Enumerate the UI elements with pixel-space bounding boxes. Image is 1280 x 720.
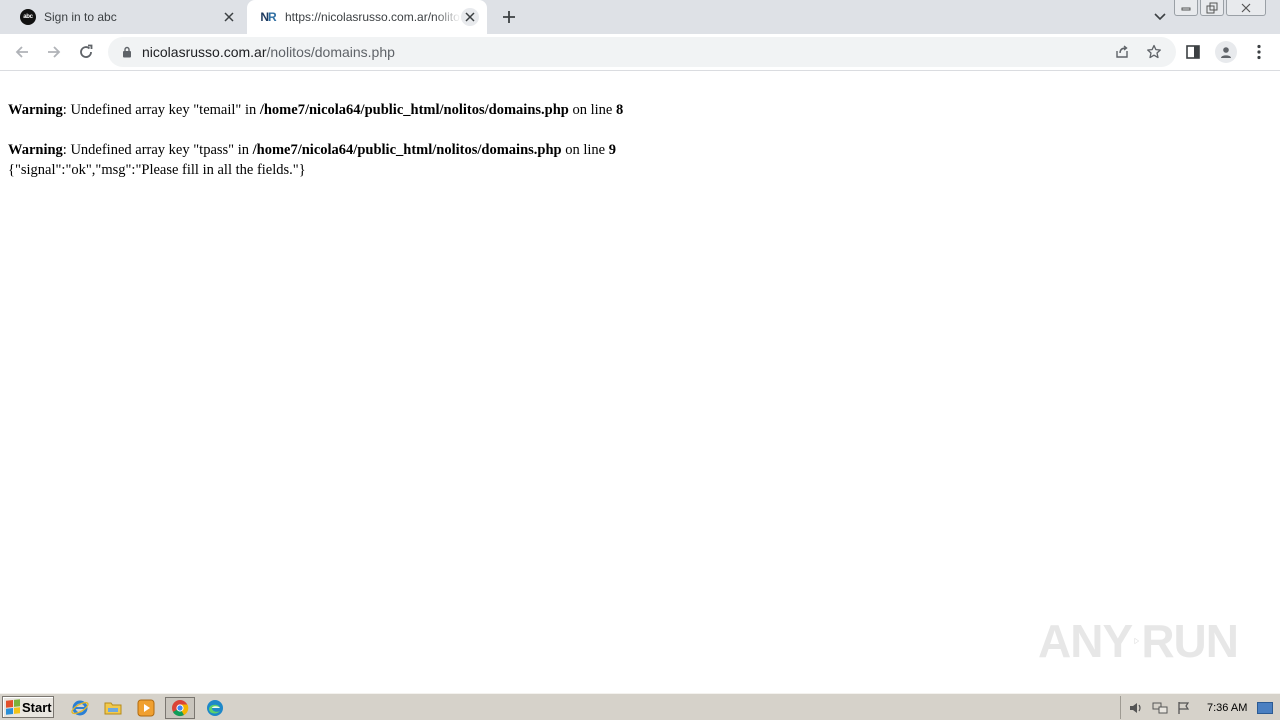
- profile-button[interactable]: [1214, 40, 1238, 64]
- volume-icon[interactable]: [1127, 700, 1145, 716]
- warning-label: Warning: [8, 102, 63, 118]
- lock-icon[interactable]: [120, 45, 134, 59]
- nr-favicon-icon: NR: [260, 10, 276, 24]
- watermark-right-text: RUN: [1141, 615, 1239, 667]
- tab-strip: abc Sign in to abc NR https://nicolasrus…: [0, 0, 1280, 34]
- arrow-right-icon: [48, 46, 61, 58]
- minimize-icon: [1181, 7, 1191, 10]
- clock[interactable]: 7:36 AM: [1207, 702, 1247, 714]
- profile-icon: [1215, 41, 1237, 63]
- warning-file-path: /home7/nicola64/public_html/nolitos/doma…: [252, 142, 562, 158]
- media-player-icon[interactable]: [135, 697, 157, 719]
- warning-message: : Undefined array key "tpass" in: [62, 142, 253, 158]
- show-desktop-icon[interactable]: [1257, 701, 1274, 714]
- file-explorer-icon[interactable]: [102, 697, 124, 719]
- php-warning-1: Warning: Undefined array key "temail" in…: [8, 100, 1272, 120]
- restore-button[interactable]: [1200, 0, 1224, 16]
- arrow-left-icon: [15, 46, 28, 58]
- warning-on-line: on line: [561, 142, 609, 158]
- forward-button[interactable]: [40, 38, 68, 66]
- tab-sign-in-abc[interactable]: abc Sign in to abc: [8, 0, 246, 34]
- tab-title: https://nicolasrusso.com.ar/nolitos/doma…: [285, 10, 461, 24]
- share-icon[interactable]: [1111, 41, 1133, 63]
- url-host: nicolasrusso.com.ar: [142, 44, 267, 60]
- abc-favicon-icon: abc: [20, 9, 36, 25]
- start-label: Start: [22, 699, 52, 715]
- kebab-menu-icon: [1257, 44, 1261, 60]
- system-tray: 7:36 AM: [1120, 696, 1280, 719]
- url-text: nicolasrusso.com.ar/nolitos/domains.php: [142, 44, 395, 60]
- bookmark-star-icon[interactable]: [1143, 41, 1165, 63]
- restore-icon: [1206, 2, 1218, 13]
- close-icon: [1241, 3, 1251, 12]
- menu-button[interactable]: [1247, 40, 1271, 64]
- tab-close-icon[interactable]: [220, 8, 238, 26]
- taskbar: Start 7:36 AM: [0, 693, 1280, 720]
- warning-on-line: on line: [568, 102, 616, 118]
- windows-logo-icon: [6, 699, 20, 715]
- reload-button[interactable]: [72, 38, 100, 66]
- tab-domains-php[interactable]: NR https://nicolasrusso.com.ar/nolitos/d…: [247, 0, 487, 34]
- anyrun-watermark: ANY RUN: [1038, 608, 1239, 674]
- url-path: /nolitos/domains.php: [266, 44, 395, 60]
- browser-toolbar: nicolasrusso.com.ar/nolitos/domains.php: [0, 34, 1280, 71]
- action-center-flag-icon[interactable]: [1175, 700, 1193, 716]
- new-tab-button[interactable]: [498, 6, 520, 28]
- tab-title: Sign in to abc: [44, 10, 117, 24]
- plus-icon: [503, 11, 515, 23]
- watermark-left-text: ANY: [1038, 615, 1133, 667]
- start-button[interactable]: Start: [2, 696, 54, 718]
- page-content: Warning: Undefined array key "temail" in…: [0, 72, 1280, 692]
- json-response: {"signal":"ok","msg":"Please fill in all…: [8, 162, 306, 178]
- side-panel-icon: [1186, 45, 1200, 59]
- warning-label: Warning: [8, 142, 63, 158]
- back-button[interactable]: [8, 38, 36, 66]
- chevron-down-icon: [1154, 13, 1166, 21]
- internet-explorer-icon[interactable]: [69, 697, 91, 719]
- side-panel-button[interactable]: [1181, 40, 1205, 64]
- minimize-button[interactable]: [1174, 0, 1198, 16]
- close-window-button[interactable]: [1226, 0, 1266, 16]
- chrome-icon[interactable]: [165, 697, 195, 719]
- warning-message: : Undefined array key "temail" in: [62, 102, 260, 118]
- php-warning-2: Warning: Undefined array key "tpass" in …: [8, 140, 1272, 160]
- warning-line-number: 9: [608, 142, 616, 158]
- address-bar[interactable]: nicolasrusso.com.ar/nolitos/domains.php: [108, 37, 1176, 67]
- tab-close-icon[interactable]: [461, 8, 479, 26]
- tab-search-button[interactable]: [1150, 8, 1170, 26]
- warning-line-number: 8: [615, 102, 624, 118]
- edge-icon[interactable]: [204, 697, 226, 719]
- reload-icon: [80, 44, 93, 58]
- network-icon[interactable]: [1151, 700, 1169, 716]
- warning-file-path: /home7/nicola64/public_html/nolitos/doma…: [259, 102, 569, 118]
- play-triangle-icon: [1134, 637, 1140, 645]
- window-controls: [1174, 0, 1266, 16]
